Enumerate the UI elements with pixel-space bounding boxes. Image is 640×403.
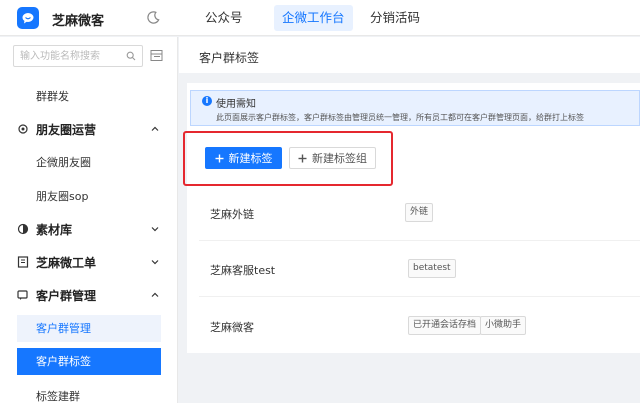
sidebar-item-tag-build-group[interactable]: 标签建群 [36, 388, 80, 403]
tag-group-row: 芝麻微客 已开通会话存档 小微助手 [199, 297, 640, 353]
info-icon: i [202, 96, 212, 106]
folder-icon [17, 223, 29, 235]
app-logo[interactable] [17, 7, 39, 29]
sidebar-group-label: 客户群管理 [36, 289, 97, 303]
new-tag-group-label: 新建标签组 [312, 152, 367, 165]
chevron-down-icon [151, 260, 159, 265]
plus-icon [298, 154, 307, 162]
chevron-up-icon [151, 292, 159, 297]
tag-group-name: 芝麻外链 [210, 208, 254, 221]
sidebar-group-customer-groups[interactable]: 客户群管理 [0, 285, 177, 307]
chat-bubble-icon [22, 13, 34, 24]
chevron-up-icon [151, 126, 159, 131]
sidebar-item-qiwei-moments[interactable]: 企微朋友圈 [36, 154, 91, 170]
app-title: 芝麻微客 [52, 14, 105, 29]
sidebar-item-moments-sop[interactable]: 朋友圈sop [36, 188, 88, 204]
sidebar-search [13, 45, 143, 67]
tag-chip[interactable]: 外链 [405, 203, 434, 222]
tag-chip[interactable]: 已开通会话存档 [408, 316, 482, 335]
moon-icon[interactable] [146, 10, 161, 25]
sidebar-item-qunfa[interactable]: 群群发 [36, 88, 69, 104]
usage-notice: i 使用需知 此页面展示客户群标签，客户群标签由管理员统一管理，所有员工都可在客… [190, 90, 640, 126]
tab-distribution-code[interactable]: 分销活码 [362, 5, 428, 31]
notice-title: 使用需知 [216, 99, 256, 110]
plus-icon [215, 154, 223, 162]
group-chat-icon [17, 290, 28, 300]
notice-body: 此页面展示客户群标签，客户群标签由管理员统一管理，所有员工都可在客户群管理页面，… [216, 113, 584, 122]
tag-chip[interactable]: betatest [408, 259, 456, 278]
new-tag-group-button[interactable]: 新建标签组 [289, 147, 376, 169]
sidebar-group-materials[interactable]: 素材库 [0, 219, 177, 241]
tag-group-name: 芝麻微客 [210, 321, 254, 334]
tag-chip[interactable]: 小微助手 [480, 316, 527, 335]
page-header: 客户群标签 [179, 37, 640, 73]
tab-official-account[interactable]: 公众号 [197, 5, 251, 31]
tab-wecom-workbench[interactable]: 企微工作台 [274, 5, 353, 31]
search-icon[interactable] [126, 51, 136, 61]
sidebar-group-moments[interactable]: 朋友圈运营 [0, 119, 177, 141]
chevron-down-icon [151, 227, 159, 232]
new-tag-button[interactable]: 新建标签 [205, 147, 282, 169]
new-tag-label: 新建标签 [228, 152, 273, 165]
tag-group-name: 芝麻客服test [210, 264, 276, 277]
sidebar-group-work-order[interactable]: 芝麻微工单 [0, 252, 177, 274]
sidebar-item-group-tags[interactable]: 客户群标签 [17, 348, 161, 375]
search-input[interactable] [14, 46, 118, 66]
page-title: 客户群标签 [199, 51, 260, 65]
sidebar-item-group-management[interactable]: 客户群管理 [17, 315, 161, 342]
settings-icon [18, 124, 28, 134]
top-bar: 芝麻微客 公众号 企微工作台 分销活码 [0, 0, 640, 36]
sidebar-group-label: 芝麻微工单 [36, 256, 97, 270]
sidebar: 群群发 朋友圈运营 企微朋友圈 朋友圈sop 素材库 芝麻微工单 客户群管 [0, 37, 178, 403]
document-icon [17, 256, 29, 268]
sidebar-group-label: 素材库 [36, 223, 73, 237]
collapse-menu-icon[interactable] [150, 49, 163, 62]
tag-group-row: 芝麻外链 外链 [199, 185, 640, 241]
tag-group-row: 芝麻客服test betatest [199, 241, 640, 297]
sidebar-group-label: 朋友圈运营 [36, 123, 97, 137]
